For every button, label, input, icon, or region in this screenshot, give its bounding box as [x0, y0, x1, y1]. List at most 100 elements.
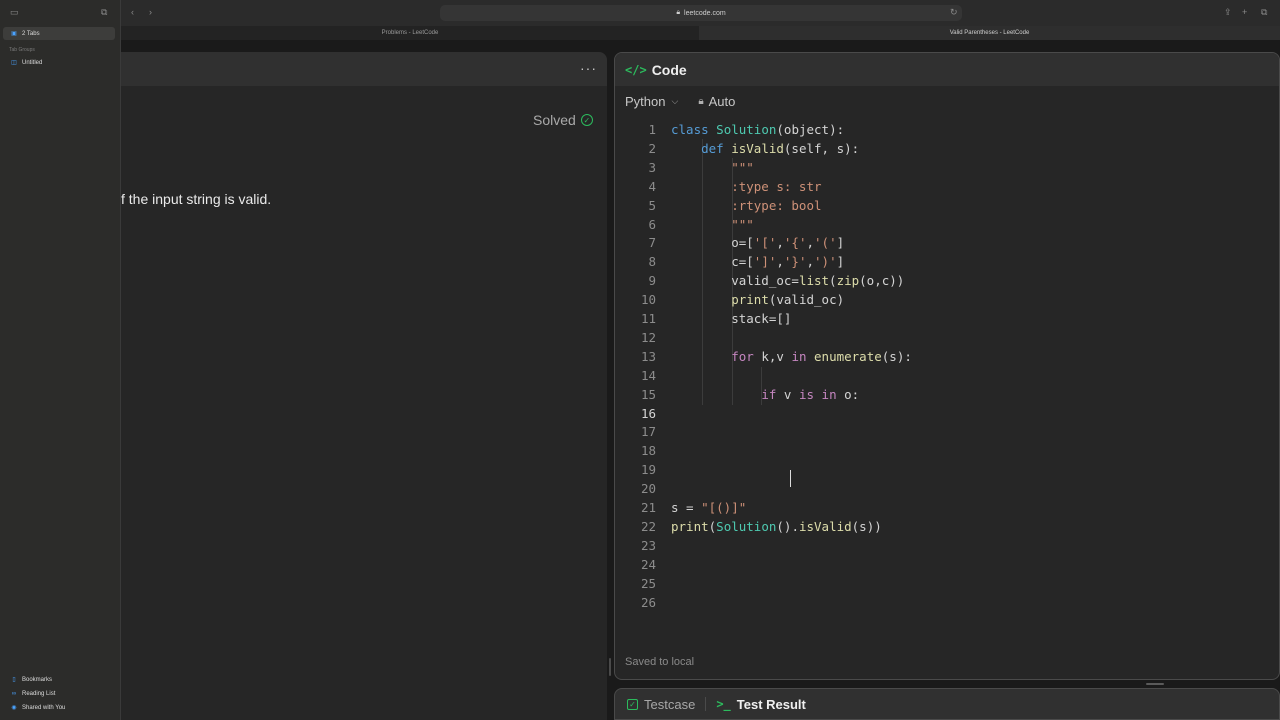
sidebar-toggle-icon[interactable]: ▭	[10, 6, 19, 18]
code-line[interactable]: 4 :type s: str	[615, 177, 1279, 196]
code-text: o=['[','{','(']	[671, 235, 845, 251]
description-panel: ··· Solved ✓ f the input string is valid…	[121, 52, 607, 720]
tab-label: Problems - LeetCode	[381, 30, 439, 36]
code-line[interactable]: 5 :rtype: bool	[615, 196, 1279, 215]
line-number: 4	[648, 178, 656, 194]
code-line[interactable]: 7 o=['[','{','(']	[615, 233, 1279, 252]
browser-tab-valid-parentheses[interactable]: Valid Parentheses - LeetCode	[699, 26, 1280, 40]
language-select[interactable]: Python ⌵	[625, 94, 678, 109]
screen-icon: ▣	[11, 31, 17, 37]
tab-testcase[interactable]: ✓ Testcase	[627, 697, 695, 712]
code-line[interactable]: 16	[615, 404, 1279, 423]
line-number: 24	[640, 556, 656, 572]
code-line[interactable]: 3 """	[615, 158, 1279, 177]
shared-icon: ◉	[11, 705, 17, 711]
tab-label: Valid Parentheses - LeetCode	[949, 30, 1030, 36]
tab-overview-icon[interactable]: ⧉	[101, 6, 107, 18]
code-line[interactable]: 21 s = "[()]"	[615, 498, 1279, 517]
line-number: 19	[640, 462, 656, 478]
code-text: print(Solution().isValid(s))	[671, 518, 882, 534]
sidebar-item-reading-list[interactable]: ∞ Reading List	[3, 687, 115, 700]
code-panel: </> Code Python ⌵ 🔒︎ Auto 1 class Solutio…	[614, 52, 1280, 680]
line-number: 13	[640, 348, 656, 364]
code-line[interactable]: 18	[615, 441, 1279, 460]
line-number: 21	[640, 500, 656, 515]
problem-description: f the input string is valid.	[121, 191, 272, 207]
code-line[interactable]: 17	[615, 422, 1279, 441]
chevron-down-icon: ⌵	[671, 96, 679, 106]
code-line[interactable]: 23	[615, 536, 1279, 555]
code-text: valid_oc=list(zip(o,c))	[671, 273, 905, 289]
checkbox-icon: ✓	[627, 698, 638, 710]
more-options-icon[interactable]: ···	[580, 60, 597, 76]
code-text: :rtype: bool	[671, 197, 822, 213]
address-bar[interactable]: 🔒︎ leetcode.com	[440, 5, 962, 21]
line-number: 12	[640, 329, 656, 345]
line-number: 5	[648, 197, 656, 213]
code-text: s = "[()]"	[671, 500, 747, 515]
line-number: 14	[640, 367, 656, 383]
code-line[interactable]: 8 c=[']','}',')']	[615, 252, 1279, 271]
text-cursor	[790, 470, 791, 487]
code-title: Code	[651, 61, 687, 78]
browser-sidebar: ▭ ⧉ ▣ 2 Tabs Tab Groups ◫ Untitled ▯ Boo…	[0, 0, 121, 720]
code-editor[interactable]: 1 class Solution(object): 2 def isValid(se…	[615, 120, 1279, 630]
check-circle-icon: ✓	[580, 114, 593, 126]
code-line[interactable]: 10 print(valid_oc)	[615, 290, 1279, 309]
code-text: for k,v in enumerate(s):	[731, 348, 912, 364]
code-line[interactable]: 1 class Solution(object):	[615, 120, 1279, 139]
code-text: class Solution(object):	[671, 122, 845, 137]
code-line[interactable]: 2 def isValid(self, s):	[615, 139, 1279, 158]
description-header: ···	[121, 52, 607, 86]
code-text: if v is in o:	[761, 386, 860, 402]
code-line[interactable]: 20	[615, 479, 1279, 498]
code-line[interactable]: 11 stack=[]	[615, 309, 1279, 328]
share-icon[interactable]: ⇪	[1224, 6, 1232, 18]
new-tab-icon[interactable]: +	[1242, 6, 1247, 18]
line-number: 25	[640, 575, 656, 591]
code-line[interactable]: 19	[615, 460, 1279, 479]
lock-icon: 🔒︎	[676, 9, 681, 16]
line-number: 20	[640, 481, 656, 497]
code-text: stack=[]	[671, 311, 792, 326]
bottom-panel-drag-handle[interactable]	[1146, 683, 1164, 685]
browser-tab-problems[interactable]: Problems - LeetCode	[121, 26, 699, 40]
code-line[interactable]: 9 valid_oc=list(zip(o,c))	[615, 271, 1279, 290]
code-line[interactable]: 25	[615, 574, 1279, 593]
sidebar-item-label: Shared with You	[22, 704, 66, 711]
reload-icon[interactable]: ↻	[950, 6, 958, 18]
code-text: def isValid(self, s):	[701, 140, 860, 156]
line-number: 18	[640, 443, 656, 459]
line-number: 7	[648, 235, 656, 251]
line-number: 17	[640, 424, 656, 440]
tab-test-result[interactable]: >_ Test Result	[716, 697, 806, 712]
code-line[interactable]: 24	[615, 555, 1279, 574]
code-line[interactable]: 15 if v is in o:	[615, 385, 1279, 404]
code-text: :type s: str	[671, 178, 822, 194]
browser-toolbar: ▭ ⧉ ‹ › 🔒︎ leetcode.com ↻ ⇪ + ⧉	[0, 0, 1280, 26]
save-status: Saved to local	[625, 656, 695, 668]
sidebar-item-untitled[interactable]: ◫ Untitled	[3, 56, 115, 69]
code-line[interactable]: 12	[615, 328, 1279, 347]
auto-mode[interactable]: 🔒︎ Auto	[698, 94, 735, 109]
tab-grid-icon[interactable]: ⧉	[1261, 6, 1267, 18]
sidebar-item-tabs[interactable]: ▣ 2 Tabs	[3, 27, 115, 40]
mode-label: Auto	[708, 94, 736, 109]
code-line[interactable]: 22 print(Solution().isValid(s))	[615, 517, 1279, 536]
sidebar-item-shared[interactable]: ◉ Shared with You	[3, 701, 115, 714]
sidebar-item-label: 2 Tabs	[22, 30, 40, 37]
code-brackets-icon: </>	[625, 62, 647, 77]
tab-label: Testcase	[644, 696, 696, 712]
forward-icon[interactable]: ›	[149, 6, 152, 18]
code-line[interactable]: 6 """	[615, 215, 1279, 234]
back-icon[interactable]: ‹	[131, 6, 134, 18]
code-text: """	[671, 216, 754, 232]
code-line[interactable]: 13 for k,v in enumerate(s):	[615, 347, 1279, 366]
code-line[interactable]: 26	[615, 593, 1279, 612]
sidebar-item-label: Bookmarks	[22, 676, 53, 683]
url-text: leetcode.com	[684, 9, 726, 17]
code-line[interactable]: 14	[615, 366, 1279, 385]
sidebar-item-bookmarks[interactable]: ▯ Bookmarks	[3, 673, 115, 686]
glasses-icon: ∞	[11, 690, 17, 697]
panel-resize-handle[interactable]	[609, 658, 611, 676]
